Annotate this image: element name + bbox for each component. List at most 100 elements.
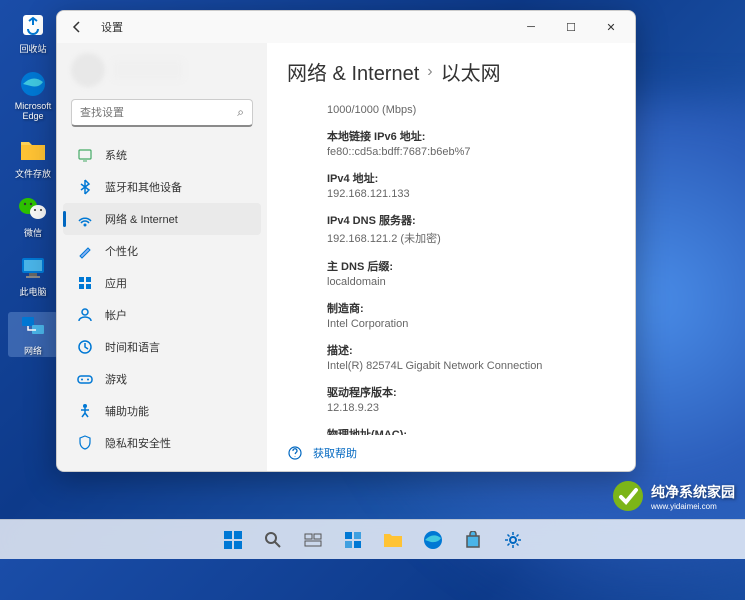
settings-window: 设置 ─ ☐ ✕ ⌕ 系统蓝牙和其他设备网络 & Internet个性化应用帐户…: [56, 10, 636, 472]
taskbar-taskview-icon[interactable]: [295, 522, 331, 558]
taskbar-store-icon[interactable]: [455, 522, 491, 558]
wechat-icon: [18, 194, 48, 224]
gaming-icon: [77, 371, 93, 387]
taskbar-explorer-icon[interactable]: [375, 522, 411, 558]
nav-item-update[interactable]: Windows 更新: [63, 459, 261, 463]
detail-label: 描述:: [327, 342, 587, 358]
start-button[interactable]: [215, 522, 251, 558]
search-box[interactable]: ⌕: [71, 99, 253, 127]
nav-item-accounts[interactable]: 帐户: [63, 299, 261, 331]
desktop-label: 网络: [24, 344, 42, 357]
detail-row: 主 DNS 后缀: localdomain: [287, 252, 615, 294]
detail-label: 本地链接 IPv6 地址:: [327, 128, 587, 144]
profile-area[interactable]: [57, 51, 267, 89]
detail-value: 192.168.121.133: [327, 188, 587, 200]
nav-label: 游戏: [105, 371, 127, 387]
nav-label: 隐私和安全性: [105, 435, 171, 451]
breadcrumb-current: 以太网: [441, 57, 501, 86]
nav-label: 个性化: [105, 243, 138, 259]
nav-item-bluetooth[interactable]: 蓝牙和其他设备: [63, 171, 261, 203]
detail-row: 驱动程序版本: 12.18.9.23: [287, 378, 615, 420]
back-button[interactable]: [61, 11, 93, 43]
taskbar: [0, 519, 745, 559]
get-help-link[interactable]: 获取帮助: [267, 435, 635, 471]
recycle-bin-icon: [18, 10, 48, 40]
desktop-icon-edge[interactable]: Microsoft Edge: [8, 69, 58, 121]
nav-item-privacy[interactable]: 隐私和安全性: [63, 427, 261, 459]
window-controls: ─ ☐ ✕: [511, 11, 631, 43]
nav-item-personalize[interactable]: 个性化: [63, 235, 261, 267]
titlebar: 设置 ─ ☐ ✕: [57, 11, 635, 43]
network-icon: [77, 211, 93, 227]
detail-value: 192.168.121.2 (未加密): [327, 230, 587, 246]
nav-item-gaming[interactable]: 游戏: [63, 363, 261, 395]
nav-item-system[interactable]: 系统: [63, 139, 261, 171]
this-pc-icon: [18, 253, 48, 283]
nav-label: 蓝牙和其他设备: [105, 179, 182, 195]
nav-list: 系统蓝牙和其他设备网络 & Internet 个性化应用帐户时间和语言游戏辅助功能…: [57, 139, 267, 463]
nav-label: 系统: [105, 147, 127, 163]
personalize-icon: [77, 243, 93, 259]
detail-value: 12.18.9.23: [327, 402, 587, 414]
detail-row: 物理地址(MAC):00-0C-29-27-AA-FA: [287, 420, 615, 435]
arrow-left-icon: [70, 20, 84, 34]
desktop-icon-wechat[interactable]: 微信: [8, 194, 58, 239]
desktop-label: 此电脑: [19, 285, 46, 298]
taskbar-edge-icon[interactable]: [415, 522, 451, 558]
desktop-icon-network[interactable]: 网络: [8, 312, 58, 357]
detail-row: 描述: Intel(R) 82574L Gigabit Network Conne…: [287, 336, 615, 378]
desktop-icon-pc[interactable]: 此电脑: [8, 253, 58, 298]
accounts-icon: [77, 307, 93, 323]
content-area: 网络 & Internet › 以太网 1000/1000 (Mbps) 本地链接…: [267, 43, 635, 471]
breadcrumb: 网络 & Internet › 以太网: [267, 43, 635, 96]
search-input[interactable]: [80, 107, 237, 119]
desktop-icons: 回收站 Microsoft Edge 文件存放 微信 此电脑 网络: [8, 10, 58, 357]
maximize-button[interactable]: ☐: [551, 11, 591, 43]
detail-label: 主 DNS 后缀:: [327, 258, 587, 274]
search-icon: ⌕: [237, 105, 244, 120]
nav-label: 辅助功能: [105, 403, 149, 419]
nav-label: 时间和语言: [105, 339, 160, 355]
taskbar-widgets-icon[interactable]: [335, 522, 371, 558]
detail-value: localdomain: [327, 276, 587, 288]
chevron-right-icon: ›: [427, 63, 432, 81]
accessibility-icon: [77, 403, 93, 419]
desktop-icon-folder[interactable]: 文件存放: [8, 135, 58, 180]
detail-label: IPv4 地址:: [327, 170, 587, 186]
detail-row: 制造商: Intel Corporation: [287, 294, 615, 336]
nav-item-apps[interactable]: 应用: [63, 267, 261, 299]
detail-label: 物理地址(MAC):: [327, 426, 587, 435]
folder-icon: [18, 135, 48, 165]
nav-item-network[interactable]: 网络 & Internet: [63, 203, 261, 235]
nav-item-time[interactable]: 时间和语言: [63, 331, 261, 363]
close-button[interactable]: ✕: [591, 11, 631, 43]
detail-value: Intel(R) 82574L Gigabit Network Connecti…: [327, 360, 587, 372]
system-icon: [77, 147, 93, 163]
window-title: 设置: [101, 19, 123, 35]
bluetooth-icon: [77, 179, 93, 195]
desktop-icon-recycle[interactable]: 回收站: [8, 10, 58, 55]
time-icon: [77, 339, 93, 355]
desktop-label: Microsoft Edge: [8, 101, 58, 121]
detail-row: 本地链接 IPv6 地址:fe80::cd5a:bdff:7687:b6eb%7: [287, 122, 615, 164]
nav-label: 帐户: [105, 307, 127, 323]
network-icon: [18, 312, 48, 342]
edge-icon: [18, 69, 48, 99]
avatar: [71, 53, 105, 87]
taskbar-search-icon[interactable]: [255, 522, 291, 558]
taskbar-settings-icon[interactable]: [495, 522, 531, 558]
detail-row: IPv4 地址: 192.168.121.133: [287, 164, 615, 206]
desktop-label: 微信: [24, 226, 42, 239]
desktop-label: 文件存放: [15, 167, 51, 180]
detail-value: 1000/1000 (Mbps): [327, 104, 587, 116]
help-text: 获取帮助: [313, 445, 357, 461]
apps-icon: [77, 275, 93, 291]
nav-label: 网络 & Internet: [105, 211, 178, 227]
help-icon: [287, 445, 303, 461]
detail-value: Intel Corporation: [327, 318, 587, 330]
breadcrumb-parent[interactable]: 网络 & Internet: [287, 57, 419, 86]
nav-item-accessibility[interactable]: 辅助功能: [63, 395, 261, 427]
detail-label: 制造商:: [327, 300, 587, 316]
detail-label: 驱动程序版本:: [327, 384, 587, 400]
minimize-button[interactable]: ─: [511, 11, 551, 43]
